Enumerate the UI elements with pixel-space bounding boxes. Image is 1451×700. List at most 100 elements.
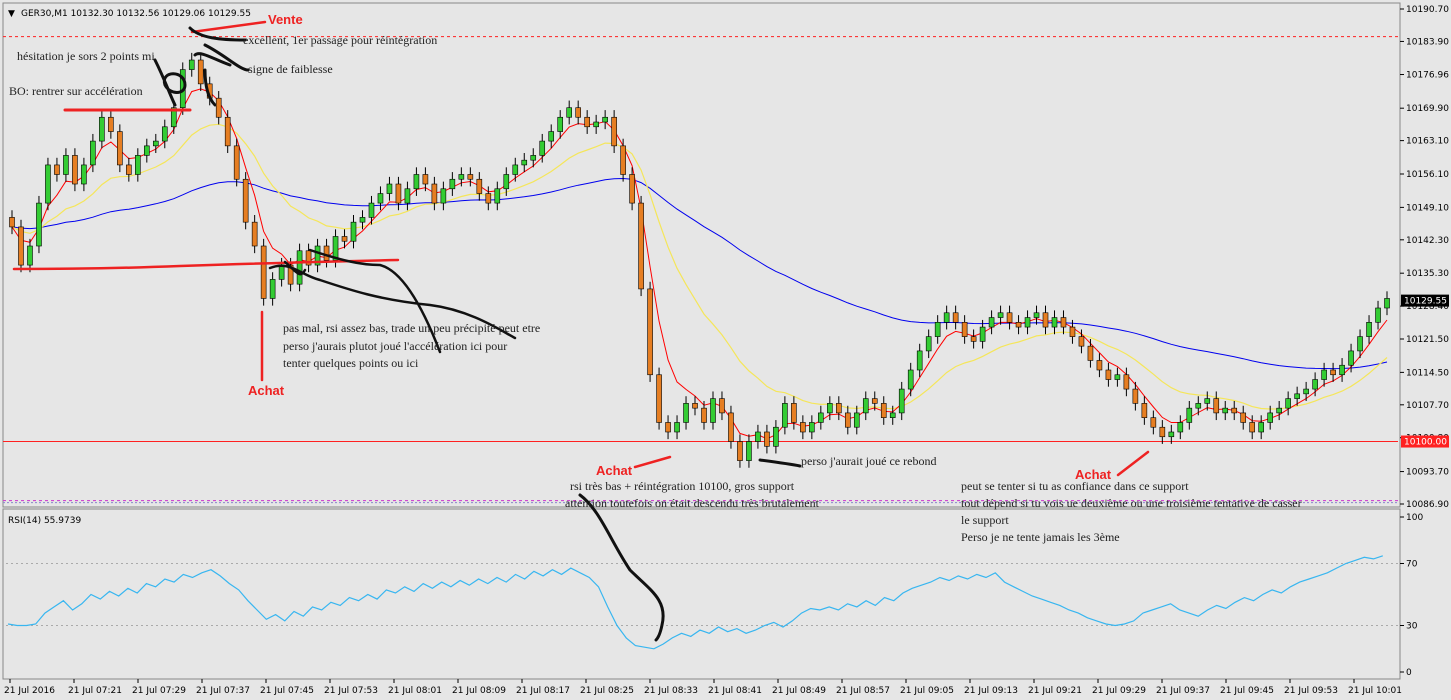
candle-body: [925, 336, 932, 352]
price-tick-label: 10086.90: [1406, 500, 1449, 510]
chart-menu-icon[interactable]: ▼: [8, 9, 15, 19]
candle-body: [1303, 388, 1309, 395]
candle-body: [1114, 374, 1121, 380]
candle-body: [440, 188, 447, 204]
candle-body: [269, 279, 276, 299]
candle-body: [674, 422, 680, 433]
candle-body: [1258, 422, 1264, 433]
candle-body: [350, 221, 357, 242]
candle-body: [1141, 403, 1148, 418]
candle-body: [117, 131, 123, 166]
candle-body: [72, 155, 78, 185]
price-tick-label: 10135.30: [1406, 269, 1449, 279]
candle-body: [818, 412, 824, 423]
candle-body: [1033, 312, 1040, 318]
time-tick-label: 21 Jul 09:29: [1092, 686, 1146, 696]
candle-body: [188, 59, 195, 70]
rsi-tick-label: 30: [1406, 622, 1418, 632]
candle-body: [1042, 312, 1049, 328]
note-conf-3: le support: [961, 513, 1009, 527]
candle-body: [1186, 407, 1193, 423]
price-tick-label: 10142.30: [1406, 236, 1449, 246]
candle-body: [242, 178, 249, 223]
time-tick-label: 21 Jul 07:37: [196, 686, 250, 696]
candle-body: [512, 164, 519, 175]
candle-body: [557, 116, 564, 132]
candle-body: [386, 183, 393, 194]
level-price-label: 10100.00: [1404, 438, 1447, 448]
candle-body: [1312, 379, 1318, 390]
candle-body: [1339, 364, 1345, 376]
candle-body: [916, 350, 923, 371]
achat-label-1: Achat: [248, 383, 285, 398]
rsi-tick-label: 100: [1406, 513, 1423, 523]
candle-body: [449, 178, 456, 190]
candle-body: [1078, 336, 1085, 347]
candle-body: [584, 116, 590, 128]
note-pasmal-1: pas mal, rsi assez bas, trade un peu pré…: [283, 321, 540, 335]
candle-body: [233, 145, 240, 180]
price-tick-label: 10121.50: [1406, 335, 1449, 345]
candle-body: [862, 398, 869, 414]
candle-body: [395, 183, 402, 204]
price-tick-label: 10093.70: [1406, 468, 1449, 478]
candle-body: [359, 217, 366, 223]
candle-body: [773, 426, 779, 447]
candle-body: [1384, 298, 1390, 309]
candle-body: [1294, 393, 1300, 399]
candle-body: [1087, 345, 1094, 361]
candle-body: [809, 422, 815, 433]
candle-body: [27, 245, 33, 266]
candle-body: [665, 422, 671, 433]
price-tick-label: 10156.10: [1406, 170, 1449, 180]
candle-body: [602, 116, 608, 123]
note-conf-1: peut se tenter si tu as confiance dans c…: [961, 479, 1189, 493]
candle-body: [296, 250, 303, 285]
candle-body: [647, 288, 653, 376]
candle-body: [1006, 312, 1013, 323]
time-tick-label: 21 Jul 09:37: [1156, 686, 1210, 696]
candle-body: [1267, 412, 1273, 423]
candle-body: [782, 403, 788, 428]
time-tick-label: 21 Jul 08:09: [452, 686, 506, 696]
candle-body: [1330, 369, 1336, 376]
candle-body: [970, 336, 977, 342]
note-excellent: excellent, 1er passage pour réintégratio…: [243, 33, 437, 47]
candle-body: [530, 155, 537, 161]
symbol-header: GER30,M1 10132.30 10132.56 10129.06 1012…: [21, 9, 251, 19]
time-tick-label: 21 Jul 08:25: [580, 686, 634, 696]
candle-body: [1132, 388, 1139, 404]
candle-body: [278, 264, 285, 280]
candle-body: [341, 236, 348, 242]
candle-body: [952, 312, 959, 323]
candle-body: [988, 317, 995, 328]
time-tick-label: 21 Jul 2016: [4, 686, 55, 696]
candle-body: [368, 202, 375, 218]
candle-body: [1249, 422, 1256, 433]
time-tick-label: 21 Jul 08:57: [836, 686, 890, 696]
price-tick-label: 10176.96: [1406, 71, 1449, 81]
candle-body: [251, 221, 258, 247]
candle-body: [656, 374, 662, 423]
time-tick-label: 21 Jul 09:45: [1220, 686, 1274, 696]
candle-body: [1240, 412, 1247, 423]
vente-label: Vente: [268, 12, 303, 27]
candle-body: [1159, 426, 1166, 438]
candle-body: [224, 116, 231, 147]
candle-body: [701, 407, 707, 423]
candle-body: [737, 441, 743, 461]
price-tick-label: 10190.70: [1406, 5, 1449, 15]
candle-body: [593, 121, 599, 128]
candle-body: [108, 116, 114, 132]
note-bo: BO: rentrer sur accélération: [9, 84, 143, 98]
candle-body: [467, 174, 474, 180]
candle-body: [1150, 417, 1157, 428]
candle-body: [997, 312, 1004, 318]
note-rebond: perso j'aurait joué ce rebond: [801, 454, 936, 468]
candle-body: [755, 431, 761, 442]
price-tick-label: 10114.50: [1406, 368, 1449, 378]
time-tick-label: 21 Jul 09:53: [1284, 686, 1338, 696]
candle-body: [485, 193, 492, 204]
rsi-panel: [2, 508, 1401, 680]
time-tick-label: 21 Jul 10:01: [1348, 686, 1402, 696]
